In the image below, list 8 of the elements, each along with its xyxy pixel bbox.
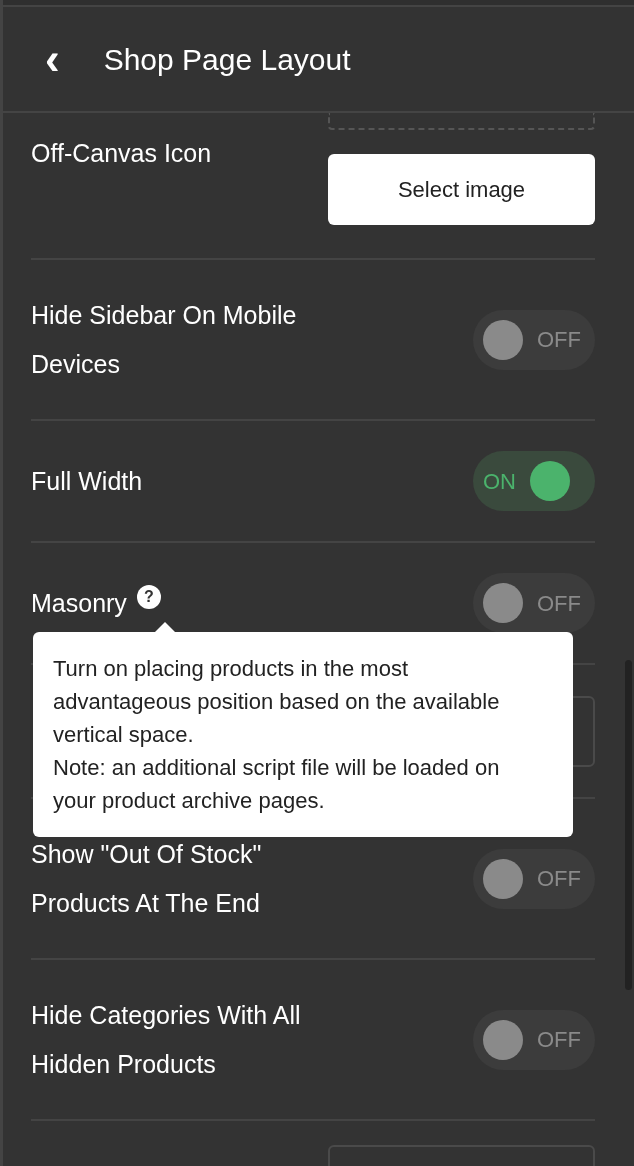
setting-label: Masonry [31,587,127,619]
setting-label: Full Width [31,465,143,497]
setting-label: Hide Categories With All Hidden Products [31,999,302,1080]
setting-label: Show "Out Of Stock" Products At The End [31,838,263,919]
page-title: Shop Page Layout [103,41,351,78]
setting-label: Hide Sidebar On Mobile Devices [31,299,298,380]
setting-label: Off-Canvas Icon [31,138,212,169]
tooltip: Turn on placing products in the most advantageous position based on the available vertical space. Note: an additional script file will be loaded on your product archive pages. [33,632,573,837]
